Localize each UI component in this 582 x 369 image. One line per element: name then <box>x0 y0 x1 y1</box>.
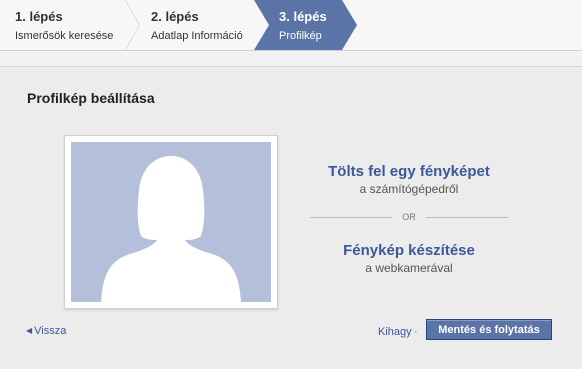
take-photo-link[interactable]: Fénykép készítése <box>300 242 518 259</box>
back-link[interactable]: ◀ Vissza <box>26 325 66 337</box>
step-1: 1. lépés Ismerősök keresése <box>0 0 126 50</box>
upload-photo-subtitle: a számítógépedről <box>359 182 459 196</box>
divider-line-right <box>426 217 508 218</box>
step-1-number: 1. lépés <box>15 9 63 24</box>
step-3-label: Profilkép <box>279 30 322 42</box>
step-3-number: 3. lépés <box>279 9 327 24</box>
or-divider-text: OR <box>402 212 416 222</box>
step-2-label: Adatlap Információ <box>151 30 243 42</box>
divider-line-left <box>310 217 392 218</box>
save-and-continue-button[interactable]: Mentés és folytatás <box>426 319 552 340</box>
section-title: Profilkép beállítása <box>27 90 155 106</box>
step-1-label: Ismerősök keresése <box>15 30 114 42</box>
take-photo-subtitle: a webkamerával <box>365 261 453 275</box>
step-2-number: 2. lépés <box>151 9 199 24</box>
profile-photo-frame <box>64 135 278 309</box>
back-link-label: Vissza <box>34 325 67 337</box>
step-3: 3. lépés Profilkép <box>254 0 358 50</box>
female-silhouette-icon <box>71 142 271 302</box>
triangle-left-icon: ◀ <box>26 326 33 335</box>
profile-picture-panel: Profilkép beállítása Tölts fel egy fényk… <box>0 66 582 369</box>
upload-photo-link[interactable]: Tölts fel egy fényképet <box>300 163 518 180</box>
link-separator: · <box>414 326 418 338</box>
step-2: 2. lépés Adatlap Információ <box>126 0 254 50</box>
step-wizard: 1. lépés Ismerősök keresése 2. lépés Ada… <box>0 0 582 51</box>
skip-link[interactable]: Kihagy <box>378 326 412 338</box>
